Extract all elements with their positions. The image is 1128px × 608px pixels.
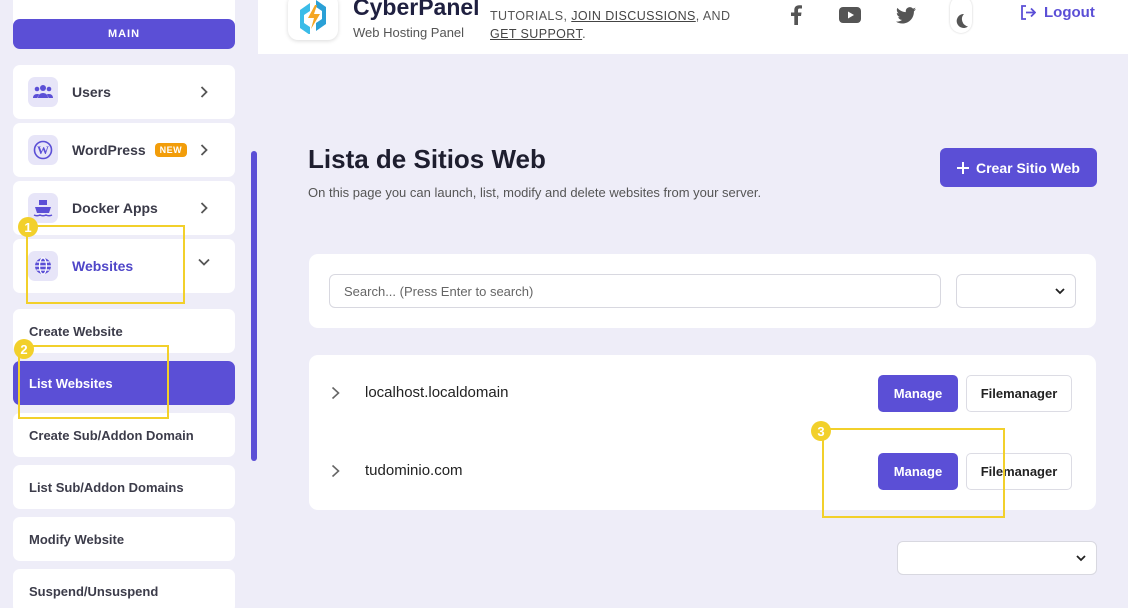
page-title: Lista de Sitios Web	[308, 144, 546, 174]
logout-label: Logout	[1044, 4, 1095, 21]
top-header: CyberPanel Web Hosting Panel TUTORIALS, …	[258, 0, 1128, 54]
sidebar-subitem-create-subdomain[interactable]: Create Sub/Addon Domain	[13, 413, 235, 457]
links-period: .	[582, 27, 587, 41]
svg-text:W: W	[37, 143, 49, 157]
create-website-label: Crear Sitio Web	[976, 159, 1080, 176]
links-suffix: , AND	[695, 9, 731, 23]
annotation-marker-3: 3	[811, 421, 831, 441]
sidebar-scrollbar[interactable]	[251, 151, 257, 461]
chevron-down-icon	[197, 255, 211, 269]
youtube-icon[interactable]	[838, 4, 862, 26]
list-item: localhost.localdomain Manage Filemanager	[309, 364, 1096, 424]
chevron-down-icon	[1055, 287, 1065, 295]
theme-toggle[interactable]	[950, 0, 972, 33]
join-discussions-link[interactable]: JOIN DISCUSSIONS	[571, 9, 695, 23]
annotation-box-3	[822, 428, 1005, 518]
logout-button[interactable]: Logout	[1020, 4, 1095, 21]
chevron-right-icon[interactable]	[331, 464, 345, 480]
chevron-right-icon	[197, 143, 211, 157]
search-input[interactable]	[329, 274, 941, 308]
website-domain[interactable]: localhost.localdomain	[365, 384, 508, 401]
annotation-box-1	[26, 225, 185, 304]
chevron-right-icon	[197, 85, 211, 99]
sidebar-item-label: Users	[72, 84, 111, 100]
links-prefix: TUTORIALS,	[490, 9, 572, 23]
search-card	[309, 254, 1096, 328]
sidebar-subitem-modify-website[interactable]: Modify Website	[13, 517, 235, 561]
manage-button[interactable]: Manage	[878, 375, 958, 412]
plus-icon	[957, 161, 969, 174]
sidebar-item-users[interactable]: Users	[13, 65, 235, 119]
moon-icon	[955, 13, 968, 29]
website-domain[interactable]: tudominio.com	[365, 462, 463, 479]
sidebar: MAIN Users W WordPress NEW Docker Apps W…	[0, 0, 258, 608]
annotation-marker-1: 1	[18, 217, 38, 237]
sidebar-section-main: MAIN	[13, 19, 235, 49]
get-support-link[interactable]: GET SUPPORT	[490, 27, 582, 41]
sidebar-subitem-suspend-unsuspend[interactable]: Suspend/Unsuspend	[13, 569, 235, 608]
sidebar-subitem-list-subdomains[interactable]: List Sub/Addon Domains	[13, 465, 235, 509]
sidebar-item-label: Docker Apps	[72, 200, 158, 216]
logout-icon	[1020, 5, 1036, 20]
brand-title: CyberPanel	[353, 0, 480, 20]
page-description: On this page you can launch, list, modif…	[308, 185, 762, 200]
sidebar-item-wordpress[interactable]: W WordPress NEW	[13, 123, 235, 177]
create-website-button[interactable]: Crear Sitio Web	[940, 148, 1097, 187]
wordpress-icon: W	[28, 135, 58, 165]
chevron-right-icon	[197, 201, 211, 215]
filter-select[interactable]	[956, 274, 1076, 308]
facebook-icon[interactable]	[784, 4, 808, 26]
brand-subtitle: Web Hosting Panel	[353, 25, 465, 40]
chevron-right-icon[interactable]	[331, 386, 345, 402]
chevron-down-icon	[1076, 554, 1086, 562]
pagination-select[interactable]	[897, 541, 1097, 575]
header-links: TUTORIALS, JOIN DISCUSSIONS, AND GET SUP…	[490, 7, 730, 43]
filemanager-button[interactable]: Filemanager	[966, 375, 1072, 412]
annotation-marker-2: 2	[14, 339, 34, 359]
twitter-icon[interactable]	[894, 4, 918, 26]
new-badge: NEW	[154, 143, 188, 157]
annotation-box-2	[18, 345, 169, 419]
users-icon	[28, 77, 58, 107]
sidebar-item-label: WordPress	[72, 142, 146, 158]
cyberpanel-logo[interactable]	[288, 0, 338, 40]
